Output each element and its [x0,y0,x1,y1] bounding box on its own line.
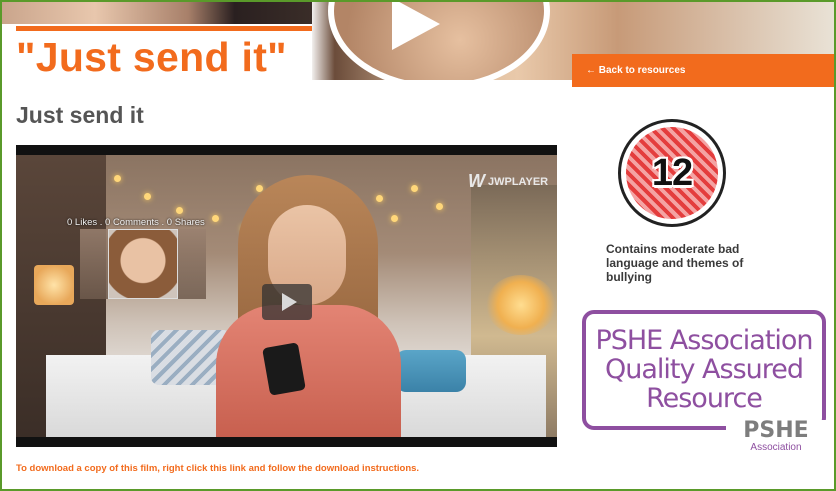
scene-hoodie [216,305,401,437]
scene-lamp-left [34,265,74,305]
download-film-link[interactable]: To download a copy of this film, right c… [16,463,419,474]
hero-photo-left [2,2,312,24]
thumbnail-current[interactable] [108,229,178,299]
thumbnail-prev[interactable] [80,229,108,299]
scene-lamp-right [486,275,556,335]
pshe-logo: PSHE Association [726,420,826,460]
jwplayer-brand: JWPLAYER [488,175,549,188]
pshe-logo-subtext: Association [750,442,802,453]
hero-play-icon [392,2,440,50]
page-title: Just send it [16,102,144,128]
pshe-badge-line-2: Quality Assured [604,354,804,385]
back-to-resources-button[interactable]: ← Back to resources [572,54,834,87]
pshe-logo-text: PSHE [743,418,809,443]
thumbnail-strip[interactable] [80,229,206,299]
hero-title: "Just send it" [16,34,287,80]
social-stats: 0 Likes . 0 Comments . 0 Shares [67,217,205,228]
jwplayer-mark-icon: W [468,171,485,191]
age-rating: 12 [651,151,693,194]
rating-note: Contains moderate bad language and theme… [606,242,744,284]
video-player[interactable]: W JWPLAYER 0 Likes . 0 Comments . 0 Shar… [16,145,557,447]
title-rule [16,26,312,31]
pshe-badge-line-1: PSHE Association [595,325,813,356]
scene-pillow-blue [396,350,466,392]
bbfc-rating-badge: 12 [618,119,726,227]
page-frame: "Just send it" ← Back to resources Just … [0,0,836,491]
thumbnail-next[interactable] [178,229,206,299]
play-button[interactable] [262,284,312,320]
pshe-badge-line-3: Resource [646,383,763,414]
jwplayer-logo: W JWPLAYER [468,171,548,192]
bbfc-pattern: 12 [626,127,718,219]
play-icon [281,293,297,311]
pshe-quality-badge: PSHE Association Quality Assured Resourc… [582,310,826,430]
